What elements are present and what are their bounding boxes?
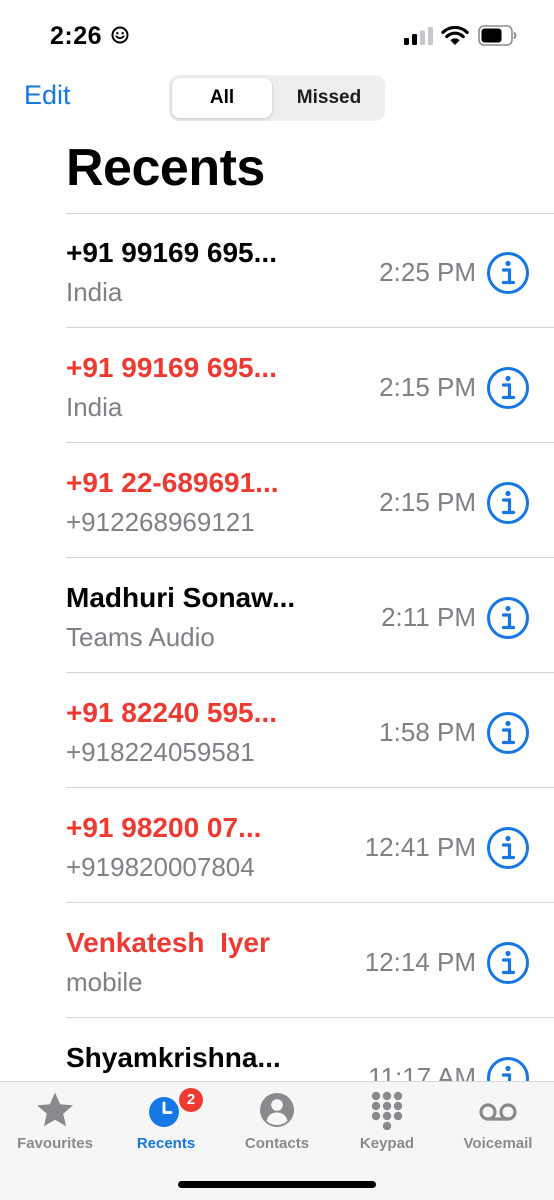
info-icon[interactable] (486, 596, 530, 640)
call-name: Shyamkrishna... (66, 1042, 281, 1073)
call-name: +91 99169 695... (66, 352, 277, 383)
tab-voicemail[interactable]: Voicemail (443, 1090, 553, 1160)
call-list: +91 99169 695... India 2:25 PM +91 99169… (0, 213, 554, 1081)
info-icon[interactable] (486, 826, 530, 870)
call-subtitle: +918224059581 (66, 737, 255, 767)
info-icon[interactable] (486, 941, 530, 985)
tab-label: Contacts (244, 1135, 310, 1152)
tab-label: Voicemail (463, 1135, 533, 1152)
call-row[interactable]: +91 99169 695... India 2:15 PM (66, 328, 554, 443)
call-subtitle: India (66, 392, 123, 422)
call-time: 2:25 PM (379, 257, 476, 287)
call-time: 2:15 PM (379, 372, 476, 402)
call-row[interactable]: Shyamkrishna... 11:17 AM (66, 1018, 554, 1081)
status-bar: 2:26 (0, 0, 554, 70)
keypad-icon (371, 1091, 403, 1130)
call-time: 12:14 PM (364, 947, 476, 977)
tab-recents[interactable]: 2 Recents (111, 1088, 221, 1160)
tab-keypad[interactable]: Keypad (332, 1090, 442, 1160)
call-name: +91 99169 695... (66, 237, 277, 268)
call-name: +91 22-689691... (66, 467, 279, 498)
edit-button[interactable]: Edit (24, 80, 71, 111)
home-indicator (178, 1181, 376, 1188)
call-time: 2:15 PM (379, 487, 476, 517)
call-name: Venkatesh Iyer (66, 927, 270, 958)
call-name: +91 82240 595... (66, 697, 277, 728)
info-icon[interactable] (486, 711, 530, 755)
phone-screen: 2:26 Edit All Missed Recents +91 99169 6… (0, 0, 554, 1200)
call-time: 1:58 PM (379, 717, 476, 747)
cellular-signal-icon (404, 27, 433, 45)
call-row[interactable]: Venkatesh Iyer mobile 12:14 PM (66, 903, 554, 1018)
call-time: 11:17 AM (368, 1062, 476, 1081)
tab-label: Recents (136, 1135, 196, 1152)
segmented-control: All Missed (169, 75, 385, 121)
wifi-icon (441, 25, 469, 45)
call-row[interactable]: Madhuri Sonaw... Teams Audio 2:11 PM (66, 558, 554, 673)
segment-missed[interactable]: Missed (275, 78, 383, 118)
call-name: +91 98200 07... (66, 812, 262, 843)
tab-contacts[interactable]: Contacts (222, 1090, 332, 1160)
call-time: 12:41 PM (364, 832, 476, 862)
info-icon[interactable] (486, 366, 530, 410)
star-icon (37, 1092, 73, 1127)
segment-all[interactable]: All (172, 78, 272, 118)
tab-label: Favourites (17, 1135, 93, 1152)
info-icon[interactable] (486, 251, 530, 295)
recents-badge: 2 (179, 1088, 203, 1112)
call-row[interactable]: +91 82240 595... +918224059581 1:58 PM (66, 673, 554, 788)
person-icon (260, 1093, 294, 1127)
status-time: 2:26 (50, 22, 103, 50)
call-row[interactable]: +91 22-689691... +912268969121 2:15 PM (66, 443, 554, 558)
call-row[interactable]: +91 98200 07... +919820007804 12:41 PM (66, 788, 554, 903)
call-subtitle: +919820007804 (66, 852, 255, 882)
info-icon[interactable] (486, 1056, 530, 1081)
call-subtitle: +912268969121 (66, 507, 255, 537)
call-time: 2:11 PM (381, 602, 476, 632)
tab-label: Keypad (359, 1135, 415, 1152)
call-subtitle: Teams Audio (66, 622, 215, 652)
call-name: Madhuri Sonaw... (66, 582, 296, 613)
tab-favourites[interactable]: Favourites (0, 1090, 110, 1160)
call-subtitle: India (66, 277, 123, 307)
info-icon[interactable] (486, 481, 530, 525)
voicemail-icon (479, 1103, 517, 1121)
call-row[interactable]: +91 99169 695... India 2:25 PM (66, 213, 554, 328)
battery-icon (478, 25, 517, 46)
smiley-icon (111, 26, 129, 44)
call-subtitle: mobile (66, 967, 143, 997)
page-title: Recents (66, 139, 265, 197)
